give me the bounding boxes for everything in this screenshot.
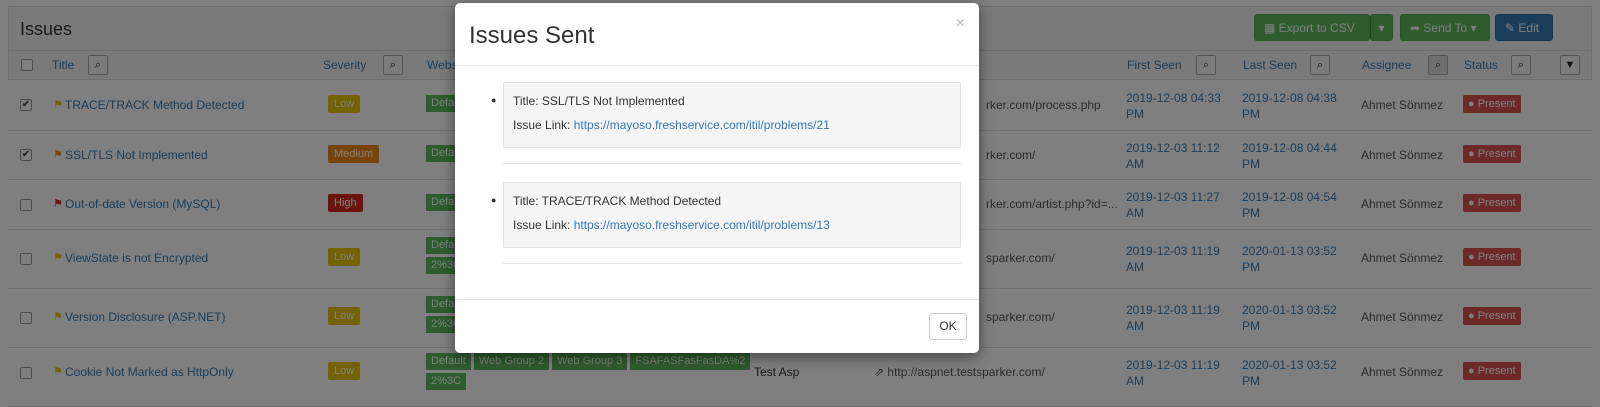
close-icon[interactable]: ×	[956, 15, 965, 33]
issue-sent-card: Title: TRACE/TRACK Method Detected Issue…	[503, 182, 961, 248]
divider	[503, 263, 961, 264]
modal-body: ● Title: SSL/TLS Not Implemented Issue L…	[455, 66, 979, 299]
ok-button[interactable]: OK	[929, 313, 967, 340]
modal-title: Issues Sent	[469, 22, 595, 49]
bullet-icon: ●	[491, 95, 497, 105]
issue-sent-card: Title: SSL/TLS Not Implemented Issue Lin…	[503, 82, 961, 148]
modal-footer: OK	[455, 299, 979, 353]
issue-link[interactable]: https://mayoso.freshservice.com/itil/pro…	[574, 118, 830, 132]
modal-header: Issues Sent ×	[455, 3, 979, 66]
divider	[503, 163, 961, 164]
issue-link[interactable]: https://mayoso.freshservice.com/itil/pro…	[574, 218, 830, 232]
list-item: ● Title: TRACE/TRACK Method Detected Iss…	[491, 182, 961, 248]
issue-link-row: Issue Link: https://mayoso.freshservice.…	[513, 218, 830, 232]
issue-title: Title: SSL/TLS Not Implemented	[513, 94, 685, 108]
issue-title: Title: TRACE/TRACK Method Detected	[513, 194, 722, 208]
bullet-icon: ●	[491, 195, 497, 205]
list-item: ● Title: SSL/TLS Not Implemented Issue L…	[491, 82, 961, 148]
issues-sent-modal: Issues Sent × ● Title: SSL/TLS Not Imple…	[455, 3, 979, 353]
issue-link-row: Issue Link: https://mayoso.freshservice.…	[513, 118, 830, 132]
